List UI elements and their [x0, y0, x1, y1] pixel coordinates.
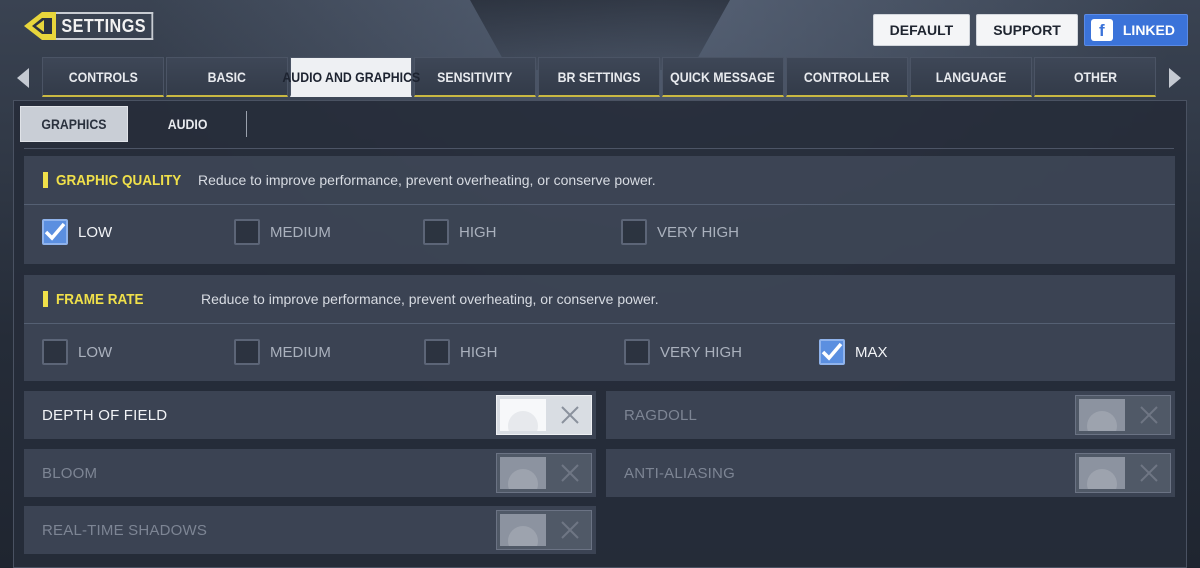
- toggle-knob: [1079, 399, 1125, 431]
- option-label: VERY HIGH: [660, 343, 742, 361]
- depth-of-field-label: DEPTH OF FIELD: [42, 406, 168, 424]
- frame-rate-medium-option[interactable]: MEDIUM: [234, 339, 331, 365]
- checkbox[interactable]: [234, 339, 260, 365]
- facebook-linked-button[interactable]: f LINKED: [1083, 14, 1188, 46]
- graphic-quality-high-option[interactable]: HIGH: [423, 219, 497, 245]
- frame-rate-max-option[interactable]: MAX: [819, 339, 888, 365]
- tab-audio-and-graphics[interactable]: AUDIO AND GRAPHICS: [282, 57, 420, 97]
- checkbox[interactable]: [624, 339, 650, 365]
- tab-scroll-right-icon[interactable]: [1166, 66, 1184, 90]
- graphic-quality-medium-option[interactable]: MEDIUM: [234, 219, 331, 245]
- graphic-quality-section: GRAPHIC QUALITY Reduce to improve perfor…: [24, 156, 1175, 264]
- section-title: FRAME RATE: [56, 290, 144, 308]
- option-label: HIGH: [460, 343, 498, 361]
- close-icon: [1128, 454, 1170, 492]
- option-label: VERY HIGH: [657, 223, 739, 241]
- top-button-group: DEFAULT SUPPORT f LINKED: [872, 14, 1188, 46]
- ragdoll-label: RAGDOLL: [624, 406, 698, 424]
- bloom-row: BLOOM: [24, 449, 596, 497]
- subtab-audio[interactable]: AUDIO: [134, 106, 242, 142]
- tab-br-settings[interactable]: BR SETTINGS: [538, 57, 660, 97]
- ragdoll-toggle[interactable]: [1075, 395, 1171, 435]
- tab-other[interactable]: OTHER: [1034, 57, 1156, 97]
- option-label: HIGH: [459, 223, 497, 241]
- toggle-knob: [500, 457, 546, 489]
- real-time-shadows-toggle[interactable]: [496, 510, 592, 550]
- toggle-knob: [500, 514, 546, 546]
- support-button[interactable]: SUPPORT: [976, 14, 1078, 46]
- section-marker: [43, 291, 48, 307]
- tab-sensitivity[interactable]: SENSITIVITY: [414, 57, 536, 97]
- checkbox[interactable]: [423, 219, 449, 245]
- close-icon: [1128, 396, 1170, 434]
- checkbox-checked[interactable]: [819, 339, 845, 365]
- frame-rate-low-option[interactable]: LOW: [42, 339, 112, 365]
- anti-aliasing-toggle[interactable]: [1075, 453, 1171, 493]
- page-title: SETTINGS: [56, 12, 154, 40]
- tab-controller[interactable]: CONTROLLER: [786, 57, 908, 97]
- subtab-bar: GRAPHICS AUDIO: [20, 106, 247, 142]
- settings-header: SETTINGS: [22, 10, 164, 42]
- bloom-toggle[interactable]: [496, 453, 592, 493]
- checkbox[interactable]: [621, 219, 647, 245]
- anti-aliasing-label: ANTI-ALIASING: [624, 464, 735, 482]
- frame-rate-high-option[interactable]: HIGH: [424, 339, 498, 365]
- toggle-knob: [1079, 457, 1125, 489]
- checkbox[interactable]: [424, 339, 450, 365]
- option-label: MEDIUM: [270, 343, 331, 361]
- tab-basic[interactable]: BASIC: [166, 57, 288, 97]
- close-icon: [549, 511, 591, 549]
- facebook-icon: f: [1090, 19, 1113, 41]
- subtab-graphics[interactable]: GRAPHICS: [20, 106, 128, 142]
- close-icon: [549, 396, 591, 434]
- option-label: LOW: [78, 223, 113, 241]
- real-time-shadows-row: REAL-TIME SHADOWS: [24, 506, 596, 554]
- settings-tabs: CONTROLS BASIC AUDIO AND GRAPHICS SENSIT…: [42, 57, 1156, 97]
- tab-language[interactable]: LANGUAGE: [910, 57, 1032, 97]
- tab-scroll-left-icon[interactable]: [14, 66, 32, 90]
- depth-of-field-row: DEPTH OF FIELD: [24, 391, 596, 439]
- subtab-divider: [246, 111, 247, 137]
- toggle-knob: [500, 399, 546, 431]
- section-title: GRAPHIC QUALITY: [56, 171, 182, 189]
- frame-rate-very-high-option[interactable]: VERY HIGH: [624, 339, 742, 365]
- section-marker: [43, 172, 48, 188]
- checkbox[interactable]: [234, 219, 260, 245]
- option-label: MAX: [855, 343, 888, 361]
- divider: [24, 148, 1174, 149]
- option-label: LOW: [78, 343, 113, 361]
- section-description: Reduce to improve performance, prevent o…: [201, 291, 659, 307]
- tab-quick-message[interactable]: QUICK MESSAGE: [662, 57, 784, 97]
- checkbox-checked[interactable]: [42, 219, 68, 245]
- checkbox[interactable]: [42, 339, 68, 365]
- depth-of-field-toggle[interactable]: [496, 395, 592, 435]
- tab-controls[interactable]: CONTROLS: [42, 57, 164, 97]
- section-divider: [24, 323, 1175, 324]
- default-button[interactable]: DEFAULT: [872, 14, 971, 46]
- option-label: MEDIUM: [270, 223, 331, 241]
- section-description: Reduce to improve performance, prevent o…: [198, 172, 656, 188]
- graphic-quality-very-high-option[interactable]: VERY HIGH: [621, 219, 739, 245]
- close-icon: [549, 454, 591, 492]
- bloom-label: BLOOM: [42, 464, 98, 482]
- anti-aliasing-row: ANTI-ALIASING: [606, 449, 1175, 497]
- frame-rate-section: FRAME RATE Reduce to improve performance…: [24, 275, 1175, 381]
- graphic-quality-low-option[interactable]: LOW: [42, 219, 112, 245]
- linked-label: LINKED: [1122, 22, 1175, 38]
- back-arrow-icon[interactable]: [22, 10, 56, 42]
- section-divider: [24, 204, 1175, 205]
- ragdoll-row: RAGDOLL: [606, 391, 1175, 439]
- real-time-shadows-label: REAL-TIME SHADOWS: [42, 521, 208, 539]
